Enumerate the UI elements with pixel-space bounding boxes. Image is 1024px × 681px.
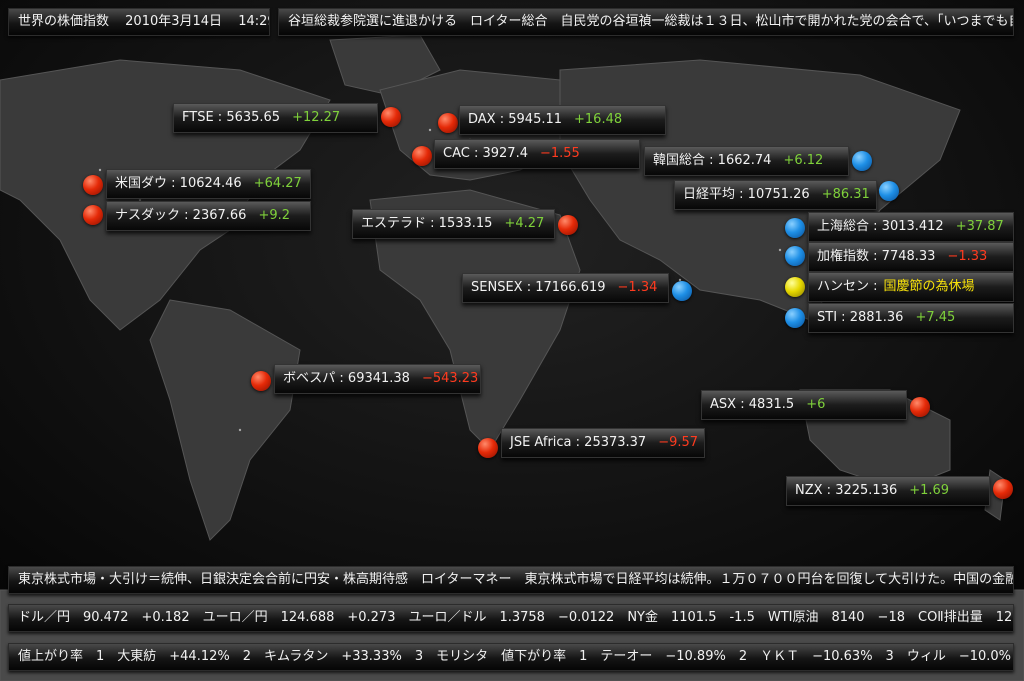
index-ftse[interactable]: FTSE : 5635.65 +12.27: [173, 103, 378, 133]
index-dow[interactable]: 米国ダウ : 10624.46 +64.27: [106, 169, 311, 199]
marker-ftse[interactable]: [381, 107, 401, 127]
header-date-bar: 世界の株価指数 2010年3月14日 14:29: [8, 8, 270, 36]
marker-nzx[interactable]: [993, 479, 1013, 499]
marker-dax[interactable]: [438, 113, 458, 133]
fx-commodity-text: ドル／円 90.472 +0.182 ユーロ／円 124.688 +0.273 …: [18, 610, 1014, 625]
market-news-ticker[interactable]: 東京株式市場・大引け＝続伸、日銀決定会合前に円安・株高期待感 ロイターマネー 東…: [8, 566, 1014, 594]
index-kospi[interactable]: 韓国総合 : 1662.74 +6.12: [644, 146, 849, 176]
marker-sti[interactable]: [785, 308, 805, 328]
page-title: 世界の株価指数: [18, 14, 110, 29]
index-nasdaq[interactable]: ナスダック : 2367.66 +9.2: [106, 201, 311, 231]
index-cac[interactable]: CAC : 3927.4 −1.55: [434, 139, 640, 169]
index-nikkei[interactable]: 日経平均 : 10751.26 +86.31: [674, 180, 877, 210]
index-nzx[interactable]: NZX : 3225.136 +1.69: [786, 476, 990, 506]
marker-cac[interactable]: [412, 146, 432, 166]
marker-dow[interactable]: [83, 175, 103, 195]
index-sti[interactable]: STI : 2881.36 +7.45: [808, 303, 1014, 333]
marker-bovespa[interactable]: [251, 371, 271, 391]
fx-commodity-ticker[interactable]: ドル／円 90.472 +0.182 ユーロ／円 124.688 +0.273 …: [8, 604, 1014, 632]
marker-egx[interactable]: [558, 215, 578, 235]
index-taiex[interactable]: 加権指数 : 7748.33 −1.33: [808, 242, 1014, 272]
ranking-ticker[interactable]: 値上がり率 1 大東紡 +44.12% 2 キムラタン +33.33% 3 モリ…: [8, 643, 1014, 671]
index-bovespa[interactable]: ボベスパ : 69341.38 −543.23: [274, 364, 481, 394]
marker-taiex[interactable]: [785, 246, 805, 266]
index-asx[interactable]: ASX : 4831.5 +6: [701, 390, 907, 420]
marker-nikkei[interactable]: [879, 181, 899, 201]
header-news-ticker[interactable]: 谷垣総裁参院選に進退かける ロイター総合 自民党の谷垣禎一総裁は１３日、松山市で…: [278, 8, 1014, 36]
marker-asx[interactable]: [910, 397, 930, 417]
date-label: 2010年3月14日: [125, 14, 223, 29]
index-egx[interactable]: エステラド : 1533.15 +4.27: [352, 209, 555, 239]
marker-sensex[interactable]: [672, 281, 692, 301]
marker-hangseng[interactable]: [785, 277, 805, 297]
index-sensex[interactable]: SENSEX : 17166.619 −1.34: [462, 273, 669, 303]
index-shanghai[interactable]: 上海総合 : 3013.412 +37.87: [808, 212, 1014, 242]
index-hangseng[interactable]: ハンセン : 国慶節の為休場: [808, 272, 1014, 302]
ranking-text: 値上がり率 1 大東紡 +44.12% 2 キムラタン +33.33% 3 モリ…: [18, 649, 1014, 664]
marker-nasdaq[interactable]: [83, 205, 103, 225]
marker-kospi[interactable]: [852, 151, 872, 171]
index-jse[interactable]: JSE Africa : 25373.37 −9.57: [501, 428, 705, 458]
header-news-text: 谷垣総裁参院選に進退かける ロイター総合 自民党の谷垣禎一総裁は１３日、松山市で…: [288, 14, 1014, 29]
marker-jse[interactable]: [478, 438, 498, 458]
index-dax[interactable]: DAX : 5945.11 +16.48: [459, 105, 666, 135]
market-news-text: 東京株式市場・大引け＝続伸、日銀決定会合前に円安・株高期待感 ロイターマネー 東…: [18, 572, 1014, 587]
marker-shanghai[interactable]: [785, 218, 805, 238]
time-label: 14:29: [238, 14, 269, 29]
